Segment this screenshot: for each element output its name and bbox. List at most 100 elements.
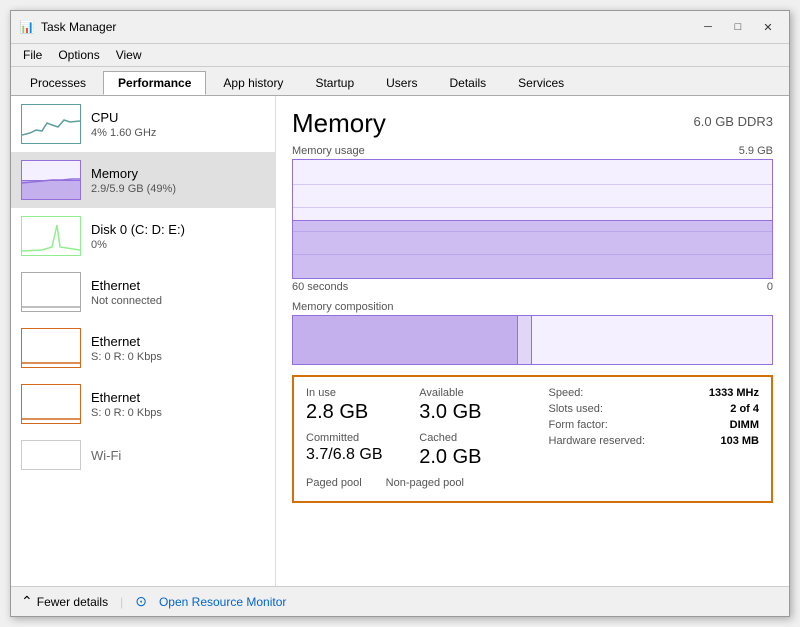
ethernet3-sublabel: S: 0 R: 0 Kbps: [91, 407, 162, 419]
tab-details[interactable]: Details: [434, 71, 501, 95]
fewer-details-label: Fewer details: [37, 595, 108, 609]
comp-modified: [518, 316, 532, 364]
paged-pool-label: Paged pool: [306, 477, 362, 489]
ethernet3-info: Ethernet S: 0 R: 0 Kbps: [91, 390, 162, 419]
memory-usage-graph: [292, 159, 773, 279]
panel-subtitle: 6.0 GB DDR3: [694, 114, 773, 129]
ethernet3-label: Ethernet: [91, 390, 162, 405]
speed-label: Speed:: [549, 387, 654, 399]
menu-view[interactable]: View: [108, 46, 150, 64]
disk-thumbnail: [21, 216, 81, 256]
form-label: Form factor:: [549, 419, 654, 431]
fewer-details-button[interactable]: ⌃ Fewer details: [21, 593, 108, 610]
cpu-sublabel: 4% 1.60 GHz: [91, 127, 156, 139]
comp-standby: [532, 316, 772, 364]
ethernet3-thumbnail: [21, 384, 81, 424]
slots-label: Slots used:: [549, 403, 654, 415]
tab-app-history[interactable]: App history: [208, 71, 298, 95]
cpu-info: CPU 4% 1.60 GHz: [91, 110, 156, 139]
main-panel: Memory 6.0 GB DDR3 Memory usage 5.9 GB: [276, 96, 789, 586]
panel-title: Memory: [292, 108, 386, 139]
disk-label: Disk 0 (C: D: E:): [91, 222, 185, 237]
usage-value: 5.9 GB: [739, 145, 773, 157]
ethernet1-thumbnail: [21, 272, 81, 312]
content-area: CPU 4% 1.60 GHz Memory 2.9/5.9 GB (49%): [11, 96, 789, 586]
ethernet1-label: Ethernet: [91, 278, 162, 293]
available-value: 3.0 GB: [419, 401, 532, 424]
usage-label-row: Memory usage 5.9 GB: [292, 145, 773, 157]
sidebar-item-ethernet3[interactable]: Ethernet S: 0 R: 0 Kbps: [11, 376, 275, 432]
ethernet1-info: Ethernet Not connected: [91, 278, 162, 307]
time-right: 0: [767, 281, 773, 293]
ethernet2-sublabel: S: 0 R: 0 Kbps: [91, 351, 162, 363]
graph-time-row: 60 seconds 0: [292, 281, 773, 293]
maximize-button[interactable]: □: [725, 17, 751, 37]
committed-value: 3.7/6.8 GB: [306, 446, 419, 464]
sidebar-item-cpu[interactable]: CPU 4% 1.60 GHz: [11, 96, 275, 152]
memory-sublabel: 2.9/5.9 GB (49%): [91, 183, 176, 195]
cpu-thumbnail: [21, 104, 81, 144]
menu-bar: File Options View: [11, 44, 789, 67]
panel-title-group: Memory: [292, 108, 386, 139]
time-left: 60 seconds: [292, 281, 348, 293]
menu-file[interactable]: File: [15, 46, 50, 64]
form-value: DIMM: [654, 419, 759, 431]
comp-in-use: [293, 316, 518, 364]
ethernet2-label: Ethernet: [91, 334, 162, 349]
ethernet2-thumbnail: [21, 328, 81, 368]
memory-composition-section: Memory composition: [292, 301, 773, 365]
ethernet2-info: Ethernet S: 0 R: 0 Kbps: [91, 334, 162, 363]
memory-graph-fill: [293, 220, 772, 278]
ethernet1-sublabel: Not connected: [91, 295, 162, 307]
wifi-info: Wi-Fi: [91, 448, 121, 463]
tab-services[interactable]: Services: [503, 71, 579, 95]
minimize-button[interactable]: ─: [695, 17, 721, 37]
sidebar-item-memory[interactable]: Memory 2.9/5.9 GB (49%): [11, 152, 275, 208]
speed-value: 1333 MHz: [654, 387, 759, 399]
non-paged-pool-label: Non-paged pool: [386, 477, 464, 489]
resource-monitor-link[interactable]: Open Resource Monitor: [159, 595, 286, 609]
usage-label: Memory usage: [292, 145, 365, 157]
close-button[interactable]: ✕: [755, 17, 781, 37]
grid-line-1: [293, 184, 772, 185]
sidebar-item-ethernet2[interactable]: Ethernet S: 0 R: 0 Kbps: [11, 320, 275, 376]
right-specs: Speed: 1333 MHz Slots used: 2 of 4 Form …: [533, 387, 760, 469]
app-icon: 📊: [19, 19, 35, 35]
resource-monitor-icon: ⊙: [135, 593, 147, 610]
menu-options[interactable]: Options: [50, 46, 107, 64]
sidebar-item-ethernet1[interactable]: Ethernet Not connected: [11, 264, 275, 320]
composition-label: Memory composition: [292, 301, 393, 313]
panel-header: Memory 6.0 GB DDR3: [292, 108, 773, 139]
available-label: Available: [419, 387, 532, 399]
memory-label: Memory: [91, 166, 176, 181]
stat-available: Available 3.0 GB: [419, 387, 532, 424]
composition-graph: [292, 315, 773, 365]
tab-startup[interactable]: Startup: [300, 71, 369, 95]
task-manager-window: 📊 Task Manager ─ □ ✕ File Options View P…: [10, 10, 790, 617]
disk-sublabel: 0%: [91, 239, 185, 251]
pool-row: Paged pool Non-paged pool: [306, 477, 533, 491]
stats-box: In use 2.8 GB Available 3.0 GB Speed: 13…: [292, 375, 773, 503]
stat-committed: Committed 3.7/6.8 GB: [306, 432, 419, 469]
wifi-label: Wi-Fi: [91, 448, 121, 463]
hardware-value: 103 MB: [654, 435, 759, 447]
disk-info: Disk 0 (C: D: E:) 0%: [91, 222, 185, 251]
window-title: Task Manager: [41, 20, 695, 34]
composition-label-row: Memory composition: [292, 301, 773, 313]
hardware-label: Hardware reserved:: [549, 435, 654, 447]
in-use-value: 2.8 GB: [306, 401, 419, 424]
memory-thumbnail: [21, 160, 81, 200]
tab-users[interactable]: Users: [371, 71, 432, 95]
cpu-label: CPU: [91, 110, 156, 125]
tab-processes[interactable]: Processes: [15, 71, 101, 95]
wifi-thumbnail: [21, 440, 81, 470]
sidebar-item-wifi[interactable]: Wi-Fi: [11, 432, 275, 478]
memory-info: Memory 2.9/5.9 GB (49%): [91, 166, 176, 195]
sidebar-item-disk[interactable]: Disk 0 (C: D: E:) 0%: [11, 208, 275, 264]
stat-in-use: In use 2.8 GB: [306, 387, 419, 424]
committed-label: Committed: [306, 432, 419, 444]
tab-bar: Processes Performance App history Startu…: [11, 67, 789, 96]
in-use-label: In use: [306, 387, 419, 399]
bottom-bar: ⌃ Fewer details | ⊙ Open Resource Monito…: [11, 586, 789, 616]
tab-performance[interactable]: Performance: [103, 71, 206, 95]
